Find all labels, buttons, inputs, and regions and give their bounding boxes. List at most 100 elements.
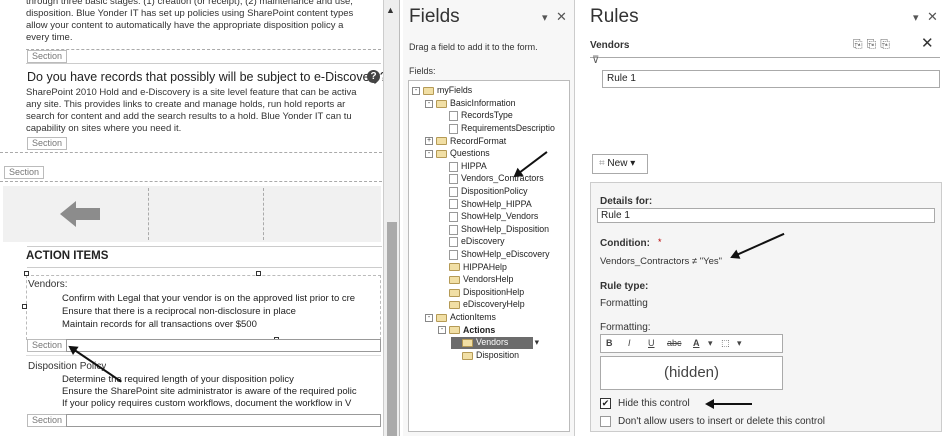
new-rule-label: New <box>607 158 628 169</box>
tree-item[interactable]: ShowHelp_eDiscovery <box>438 249 550 261</box>
folder-icon <box>423 87 434 95</box>
tree-item[interactable]: - myFields <box>412 85 472 97</box>
tree-item-label: HIPPA <box>461 160 487 171</box>
dont-allow-label: Don't allow users to insert or delete th… <box>618 416 826 427</box>
copy-rule-icon[interactable]: ⎘⎘⎘ <box>853 37 894 52</box>
collapse-icon[interactable]: - <box>425 150 433 158</box>
tree-item[interactable]: ShowHelp_Vendors <box>438 211 538 223</box>
tree-item-label: DispositionHelp <box>463 286 525 297</box>
collapse-icon[interactable]: - <box>425 313 433 322</box>
folder-icon <box>449 263 460 272</box>
ediscovery-line: any site. This provides links to create … <box>26 99 346 110</box>
tree-item-label: Actions <box>463 324 496 335</box>
tree-item[interactable]: ShowHelp_HIPPA <box>438 198 532 210</box>
section-tag[interactable]: Section <box>27 137 68 150</box>
tree-item[interactable]: eDiscovery <box>438 236 505 248</box>
bold-icon[interactable]: B <box>606 335 613 352</box>
vendors-label: Vendors: <box>28 279 68 290</box>
tree-item[interactable]: DispositionPolicy <box>438 186 528 198</box>
dont-allow-checkbox[interactable] <box>600 416 611 427</box>
hide-control-checkbox[interactable]: ✔ <box>600 398 611 409</box>
scroll-up-icon[interactable]: ▲ <box>386 5 395 15</box>
tree-item[interactable]: - Actions <box>438 324 495 336</box>
help-icon[interactable]: ? <box>367 70 380 83</box>
close-icon[interactable]: ✕ <box>556 9 567 25</box>
tree-item[interactable]: HIPPA <box>438 161 487 173</box>
pane-menu-icon[interactable]: ▾ <box>542 11 548 24</box>
tree-item[interactable]: DispositionHelp <box>438 287 524 299</box>
rule-type-label: Rule type: <box>600 281 649 292</box>
tree-item[interactable]: - Questions <box>425 148 490 160</box>
vendor-bullets: Confirm with Legal that your vendor is o… <box>62 293 382 331</box>
tree-item[interactable]: HIPPAHelp <box>438 261 507 273</box>
pane-menu-icon[interactable]: ▾ <box>913 11 919 24</box>
tree-item[interactable]: - BasicInformation <box>425 98 516 110</box>
font-color-dropdown-icon[interactable]: ▾ <box>708 335 713 352</box>
section-tag[interactable]: Section <box>27 339 68 352</box>
folder-icon <box>449 326 460 335</box>
shading-dropdown-icon[interactable]: ▾ <box>737 335 742 352</box>
intro-line: allow your content to automatically have… <box>26 20 344 31</box>
close-icon[interactable]: ✕ <box>927 9 938 25</box>
field-icon <box>449 161 458 172</box>
tree-item[interactable]: - ActionItems <box>425 312 496 324</box>
tree-item[interactable]: VendorsHelp <box>438 274 513 286</box>
field-icon <box>449 212 458 222</box>
folder-icon <box>449 276 460 284</box>
tree-item[interactable]: Vendors_Contractors <box>438 173 544 185</box>
shading-icon[interactable]: ⬚ <box>721 335 730 352</box>
tree-item-label: ShowHelp_eDiscovery <box>461 249 550 260</box>
collapse-icon[interactable]: - <box>412 87 420 95</box>
ediscovery-line: SharePoint 2010 Hold and e-Discovery is … <box>26 87 357 98</box>
section-tag[interactable]: Section <box>4 166 45 179</box>
tree-item-label: eDiscoveryHelp <box>463 299 525 310</box>
intro-line: disposition. Blue Yonder IT has set up p… <box>26 8 354 19</box>
tree-item-label: ShowHelp_Disposition <box>461 223 550 234</box>
folder-icon <box>462 339 473 347</box>
tree-item[interactable]: ShowHelp_Disposition <box>438 224 549 236</box>
strikethrough-icon[interactable]: abc <box>667 335 682 352</box>
bullet-item: Maintain records for all transactions ov… <box>62 319 382 331</box>
tree-item[interactable]: eDiscoveryHelp <box>438 299 525 311</box>
tree-item[interactable]: RequirementsDescriptio <box>438 123 555 135</box>
chevron-down-icon[interactable]: ▾ <box>532 337 541 349</box>
collapse-icon[interactable]: - <box>438 326 446 335</box>
tree-item-label: VendorsHelp <box>463 274 514 285</box>
formatting-toolbar: B I U abc A ▾ ⬚ ▾ <box>600 334 783 353</box>
new-rule-button[interactable]: ⌗ New ▾ <box>592 154 648 174</box>
bullet-item: Confirm with Legal that your vendor is o… <box>62 293 382 305</box>
tree-item[interactable]: Vendors ▾ <box>451 337 541 349</box>
field-tree[interactable]: - myFields - BasicInformation RecordsType Req… <box>408 80 570 432</box>
tree-item-label: DispositionPolicy <box>461 186 528 197</box>
condition-label: Condition: <box>600 238 650 249</box>
section-tag[interactable]: Section <box>27 414 68 427</box>
intro-line: through three basic stages: (1) creation… <box>26 0 353 7</box>
intro-text: through three basic stages: (1) creation… <box>26 0 381 44</box>
field-icon <box>449 249 458 260</box>
folder-icon <box>436 150 447 158</box>
bullet-item: Ensure the SharePoint site administrator… <box>62 386 382 398</box>
field-icon <box>449 237 458 248</box>
back-arrow-icon[interactable] <box>58 199 102 229</box>
expand-icon[interactable]: + <box>425 137 433 146</box>
tree-item-label: HIPPAHelp <box>463 261 507 272</box>
rule-list-item[interactable]: Rule 1 <box>602 70 940 88</box>
rule-name-input[interactable]: Rule 1 <box>597 208 935 223</box>
tree-item-label: RequirementsDescriptio <box>461 123 555 134</box>
tree-item-label: Vendors_Contractors <box>461 173 544 184</box>
bullet-item: Ensure that there is a reciprocal non-di… <box>62 306 382 318</box>
tree-item[interactable]: + RecordFormat <box>425 135 506 147</box>
folder-icon <box>436 137 447 146</box>
field-icon <box>449 199 458 210</box>
delete-rule-icon[interactable]: ✕ <box>921 34 934 52</box>
underline-icon[interactable]: U <box>648 335 655 352</box>
font-color-icon[interactable]: A <box>693 335 700 352</box>
tree-item[interactable]: Disposition <box>451 350 519 362</box>
collapse-icon[interactable]: - <box>425 99 433 108</box>
canvas-scroll-thumb[interactable] <box>387 222 397 436</box>
condition-value[interactable]: Vendors_Contractors ≠ "Yes" <box>600 256 722 267</box>
section-tag[interactable]: Section <box>27 50 68 63</box>
tree-item[interactable]: RecordsType <box>438 110 513 122</box>
italic-icon[interactable]: I <box>628 335 631 352</box>
rules-pane-title: Rules <box>590 6 639 27</box>
